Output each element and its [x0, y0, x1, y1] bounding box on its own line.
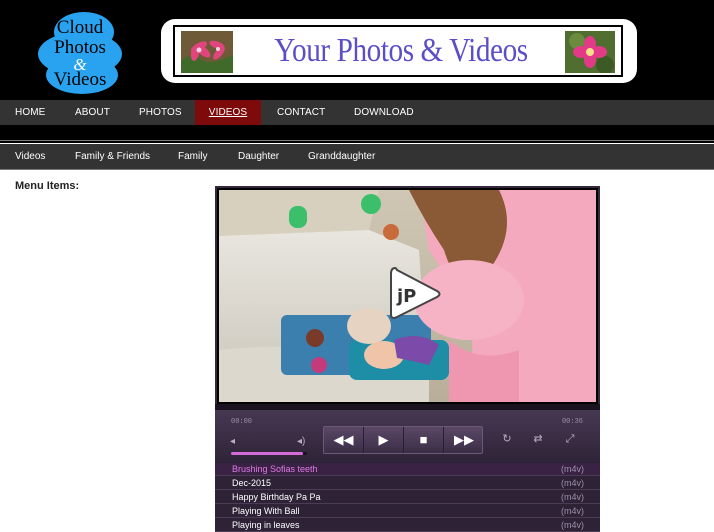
playlist-item[interactable]: Playing With Ball (m4v) — [215, 505, 600, 518]
subnav-videos[interactable]: Videos — [15, 144, 45, 170]
playlist-item-title: Brushing Sofias teeth — [232, 464, 318, 474]
banner-frame: Your Photos & Videos — [173, 25, 623, 77]
time-total: 00:36 — [561, 418, 583, 426]
nav-contact[interactable]: CONTACT — [277, 100, 325, 125]
time-current: 00:00 — [231, 418, 253, 426]
seek-bar[interactable] — [215, 404, 600, 410]
play-overlay-button[interactable]: jP — [387, 266, 443, 322]
playlist-item-title: Happy Birthday Pa Pa — [232, 492, 321, 502]
playlist-item-ext: (m4v) — [561, 492, 584, 502]
flower-image-left — [181, 31, 233, 73]
volume-level — [231, 452, 304, 455]
stop-icon[interactable]: ■ — [404, 427, 444, 453]
playlist-item-ext: (m4v) — [561, 506, 584, 516]
nav-separator — [0, 125, 714, 143]
site-header: Cloud Photos & Videos Your Photos & Vide… — [0, 0, 714, 100]
shuffle-icon[interactable]: ⇄ — [529, 432, 547, 446]
nav-videos[interactable]: VIDEOS — [195, 100, 261, 125]
menu-items-label: Menu Items: — [15, 180, 80, 192]
volume-slider[interactable] — [231, 452, 307, 455]
transport-buttons: ◀◀ ▶ ■ ▶▶ — [323, 426, 483, 454]
fast-forward-icon[interactable]: ▶▶ — [444, 427, 484, 453]
playlist-item-ext: (m4v) — [561, 478, 584, 488]
main-nav: HOME ABOUT PHOTOS VIDEOS CONTACT DOWNLOA… — [0, 100, 714, 125]
subnav-family-friends[interactable]: Family & Friends — [75, 144, 150, 170]
playlist-item[interactable]: Playing in leaves (m4v) — [215, 519, 600, 532]
flower-image-right — [565, 31, 615, 73]
playlist-item-ext: (m4v) — [561, 520, 584, 530]
playlist-item[interactable]: Happy Birthday Pa Pa (m4v) — [215, 491, 600, 504]
playlist-item-title: Dec-2015 — [232, 478, 272, 488]
playlist-item[interactable]: Dec-2015 (m4v) — [215, 477, 600, 490]
nav-download[interactable]: DOWNLOAD — [354, 100, 414, 125]
video-player: jP 00:00 00:36 ◂ ◂) ◀◀ ▶ ■ ▶▶ ↻ ⇄ ⤢ Brus… — [215, 186, 600, 532]
subnav-daughter[interactable]: Daughter — [238, 144, 279, 170]
nav-home[interactable]: HOME — [15, 100, 45, 125]
fullscreen-icon[interactable]: ⤢ — [561, 432, 579, 446]
repeat-icon[interactable]: ↻ — [498, 432, 516, 446]
watermark-text: jP — [396, 286, 416, 307]
playlist-item-title: Playing in leaves — [232, 520, 300, 530]
rewind-icon[interactable]: ◀◀ — [324, 427, 364, 453]
player-controls: 00:00 00:36 ◂ ◂) ◀◀ ▶ ■ ▶▶ ↻ ⇄ ⤢ — [215, 404, 600, 462]
volume-low-icon[interactable]: ◂ — [230, 436, 235, 447]
logo-text-cloud: Cloud — [56, 17, 104, 38]
banner-title: Your Photos & Videos — [274, 32, 528, 69]
subnav-family[interactable]: Family — [178, 144, 207, 170]
nav-photos[interactable]: PHOTOS — [139, 100, 182, 125]
header-banner: Your Photos & Videos — [161, 19, 637, 83]
playlist-item[interactable]: Brushing Sofias teeth (m4v) — [215, 463, 600, 476]
sub-nav: Videos Family & Friends Family Daughter … — [0, 144, 714, 170]
play-icon[interactable]: ▶ — [364, 427, 404, 453]
site-logo[interactable]: Cloud Photos & Videos — [38, 12, 122, 94]
subnav-granddaughter[interactable]: Granddaughter — [308, 144, 375, 170]
nav-about[interactable]: ABOUT — [75, 100, 110, 125]
playlist-item-ext: (m4v) — [561, 464, 584, 474]
playlist: Brushing Sofias teeth (m4v) Dec-2015 (m4… — [215, 462, 600, 532]
logo-text-videos: Videos — [53, 69, 107, 90]
playlist-item-title: Playing With Ball — [232, 506, 300, 516]
video-screen[interactable]: jP — [217, 188, 598, 404]
volume-high-icon[interactable]: ◂) — [297, 436, 305, 447]
